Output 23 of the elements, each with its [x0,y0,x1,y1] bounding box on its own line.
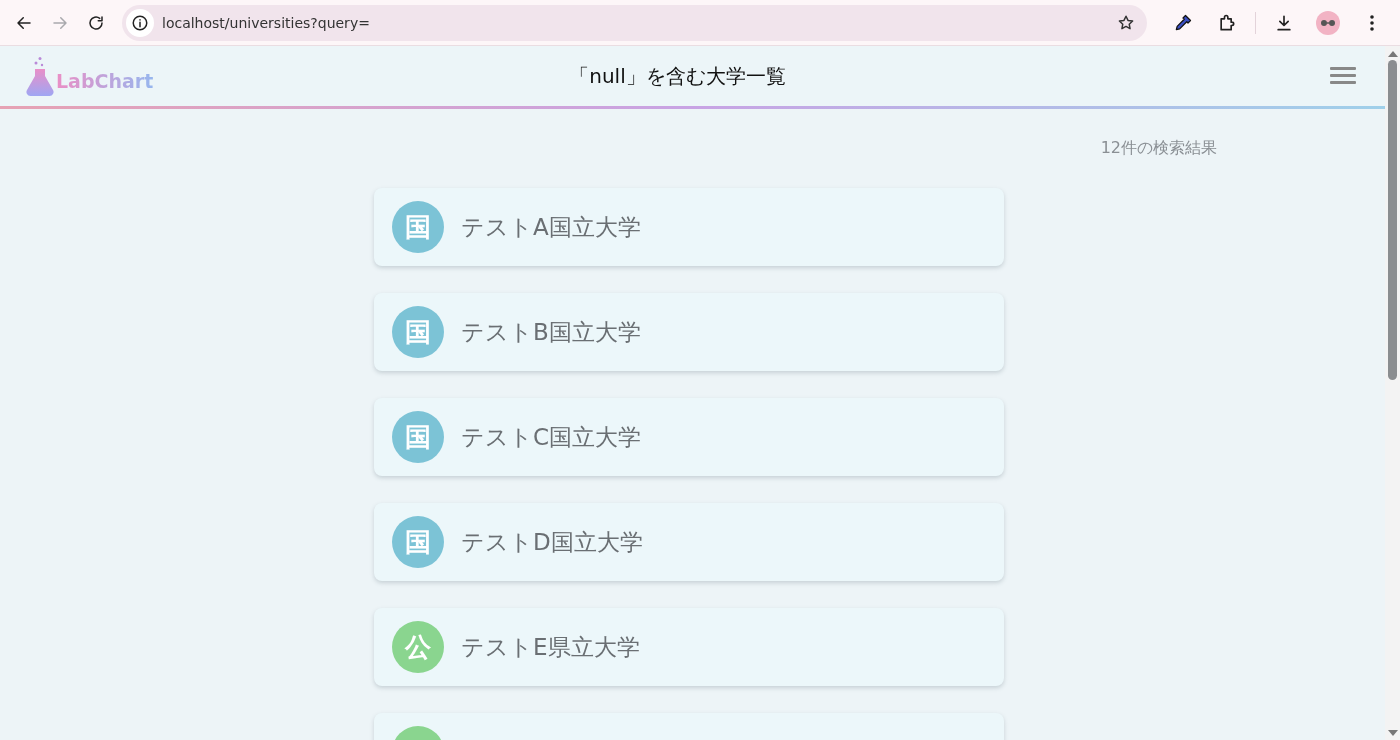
university-type-badge: 国 [392,516,444,568]
university-card[interactable]: 国 テストA国立大学 [374,188,1004,266]
university-type-badge: 国 [392,201,444,253]
university-name: テストC国立大学 [461,422,642,452]
university-card[interactable]: 公 テストE県立大学 [374,608,1004,686]
page-title: 「null」を含む大学一覧 [568,62,787,90]
university-name: テストE県立大学 [461,632,640,662]
star-icon[interactable] [1117,13,1135,32]
university-name: テストB国立大学 [461,317,641,347]
university-type-badge: 公 [392,621,444,673]
address-bar[interactable]: localhost/universities?query= [122,4,1147,41]
university-type-badge: 国 [392,306,444,358]
university-type-badge: 国 [392,411,444,463]
university-name: テストD国立大学 [461,527,643,557]
url-text: localhost/universities?query= [162,14,371,31]
university-card[interactable]: 国 テストC国立大学 [374,398,1004,476]
info-icon[interactable] [126,8,154,37]
university-name: テストA国立大学 [461,212,641,242]
scrollbar[interactable] [1385,46,1400,740]
flask-icon [26,56,54,96]
university-card[interactable]: 国 テストB国立大学 [374,293,1004,371]
university-card[interactable]: 国 テストD国立大学 [374,503,1004,581]
result-count: 12件の検索結果 [1100,138,1217,159]
